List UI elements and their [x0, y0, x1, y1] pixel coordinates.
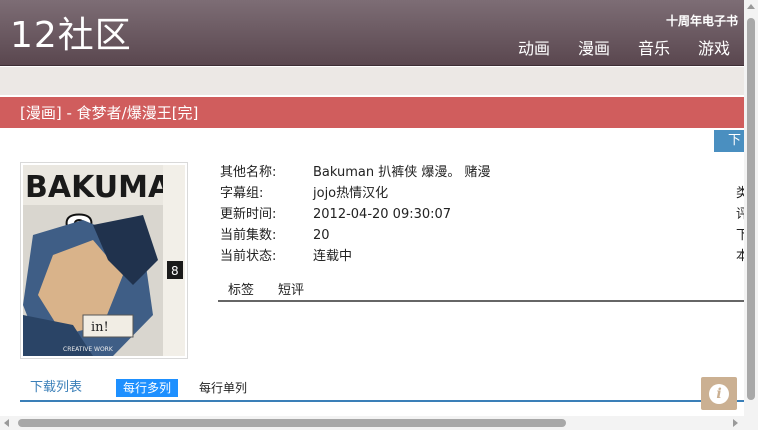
- nav-item-comic[interactable]: 漫画: [578, 38, 610, 60]
- info-label-cut-off: 本: [736, 249, 744, 264]
- multi-column-option[interactable]: 每行多列: [116, 379, 179, 397]
- info-icon: i: [709, 384, 729, 404]
- single-column-option[interactable]: 每行单列: [199, 379, 247, 397]
- info-label: 当前状态:: [220, 249, 277, 264]
- info-label-cut-off: 下: [736, 228, 744, 243]
- nav-item-game[interactable]: 游戏: [698, 38, 730, 60]
- scroll-left-arrow-icon[interactable]: [4, 419, 9, 427]
- info-value: Bakuman 扒裤侠 爆漫。 赌漫: [313, 165, 491, 180]
- scroll-right-arrow-icon[interactable]: [733, 419, 738, 427]
- detail-tabs: 标签 短评: [218, 281, 744, 302]
- horizontal-scrollbar[interactable]: [0, 416, 744, 430]
- vertical-scroll-thumb[interactable]: [747, 18, 755, 400]
- cover-image[interactable]: BAKUMAN 8 in! CREATIVE WORK 8: [20, 162, 188, 359]
- horizontal-scroll-thumb[interactable]: [18, 419, 566, 427]
- info-label: 字幕组:: [220, 186, 264, 201]
- download-button[interactable]: 下: [714, 130, 744, 152]
- info-value: 连载中: [313, 249, 353, 264]
- manga-cover-image: BAKUMAN 8 in! CREATIVE WORK 8: [23, 165, 185, 356]
- download-list-title: 下载列表: [30, 380, 83, 395]
- info-label: 其他名称:: [220, 165, 277, 180]
- svg-text:CREATIVE WORK: CREATIVE WORK: [63, 346, 114, 353]
- info-label: 更新时间:: [220, 207, 277, 222]
- vertical-scrollbar[interactable]: [744, 0, 758, 416]
- svg-text:8: 8: [171, 264, 179, 278]
- tab-short-reviews[interactable]: 短评: [278, 281, 304, 301]
- info-button[interactable]: i: [701, 377, 737, 410]
- cover-title: BAKUMAN: [25, 170, 185, 205]
- svg-text:in!: in!: [91, 320, 109, 335]
- sub-navigation-bar: [0, 67, 744, 95]
- nav-item-music[interactable]: 音乐: [638, 38, 670, 60]
- tab-tags[interactable]: 标签: [228, 281, 254, 301]
- page-title: [漫画] - 食梦者/爆漫王[完]: [20, 104, 199, 122]
- title-bar: [漫画] - 食梦者/爆漫王[完]: [0, 97, 744, 128]
- main-nav: 动画 漫画 音乐 游戏: [518, 38, 730, 60]
- info-value[interactable]: jojo热情汉化: [313, 183, 388, 204]
- download-list-bar: 下载列表 每行多列 每行单列: [20, 376, 744, 402]
- page: 12社区 十周年电子书 动画 漫画 音乐 游戏 [漫画] - 食梦者/爆漫王[完…: [0, 0, 758, 430]
- info-value: 20: [313, 228, 330, 243]
- nav-item-anime[interactable]: 动画: [518, 38, 550, 60]
- info-label-cut-off: 类: [736, 186, 744, 201]
- scrollbar-corner: [744, 416, 758, 430]
- info-value: 2012-04-20 09:30:07: [313, 207, 452, 222]
- ebook-link[interactable]: 十周年电子书: [666, 12, 738, 29]
- site-logo[interactable]: 12社区: [10, 14, 132, 58]
- info-label: 当前集数:: [220, 228, 277, 243]
- info-label-cut-off: 评: [736, 207, 744, 222]
- scroll-up-arrow-icon[interactable]: [747, 4, 755, 9]
- site-header: 12社区 十周年电子书 动画 漫画 音乐 游戏: [0, 0, 744, 66]
